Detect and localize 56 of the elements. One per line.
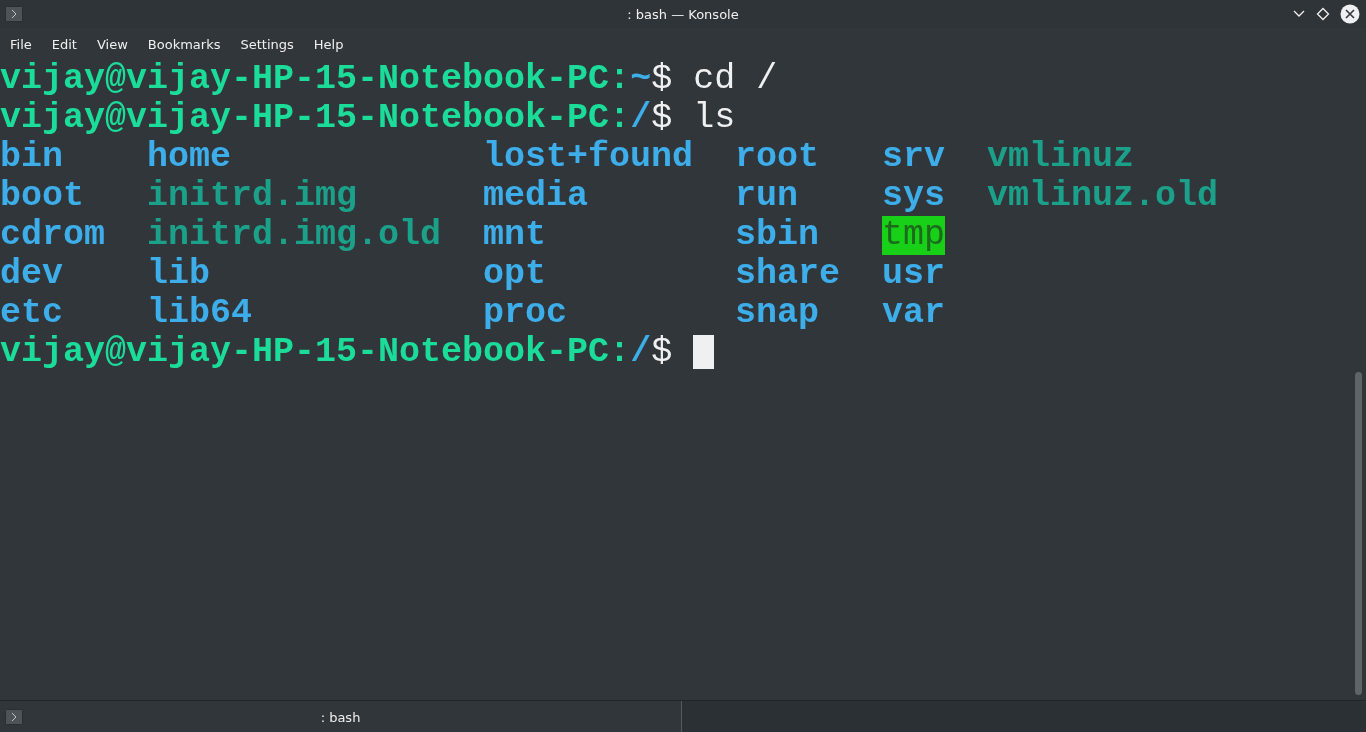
file-name: initrd.img.old bbox=[147, 216, 442, 255]
file-name: sbin bbox=[735, 216, 819, 255]
file-name: dev bbox=[0, 255, 63, 294]
menu-item[interactable]: View bbox=[90, 32, 134, 56]
file-name: mnt bbox=[483, 216, 546, 255]
prompt-user-host: vijay@vijay-HP-15-Notebook-PC bbox=[0, 60, 610, 99]
prompt-path: ~ bbox=[630, 60, 652, 99]
prompt-symbol: $ bbox=[651, 333, 673, 372]
file-name: vmlinuz.old bbox=[987, 177, 1219, 216]
prompt-separator: : bbox=[609, 333, 631, 372]
file-name: boot bbox=[0, 177, 84, 216]
file-name: root bbox=[735, 138, 819, 177]
terminal-tab[interactable]: : bash bbox=[0, 701, 682, 732]
prompt-symbol: $ bbox=[651, 99, 673, 138]
file-name: run bbox=[735, 177, 798, 216]
scrollbar-thumb[interactable] bbox=[1355, 372, 1362, 695]
file-name: initrd.img bbox=[147, 177, 358, 216]
prompt-path: / bbox=[630, 333, 652, 372]
text-cursor bbox=[693, 335, 715, 369]
prompt-separator: : bbox=[609, 99, 631, 138]
file-name: cdrom bbox=[0, 216, 106, 255]
close-icon[interactable] bbox=[1340, 4, 1360, 24]
file-name: srv bbox=[882, 138, 945, 177]
prompt-user-host: vijay@vijay-HP-15-Notebook-PC bbox=[0, 99, 610, 138]
terminal-icon bbox=[5, 6, 23, 22]
menu-item[interactable]: Edit bbox=[45, 32, 83, 56]
file-name: lib64 bbox=[147, 294, 253, 333]
prompt-separator: : bbox=[609, 60, 631, 99]
file-name: var bbox=[882, 294, 945, 333]
file-name: proc bbox=[483, 294, 567, 333]
maximize-icon[interactable] bbox=[1316, 7, 1330, 21]
file-name: share bbox=[735, 255, 841, 294]
file-name: etc bbox=[0, 294, 63, 333]
file-name: opt bbox=[483, 255, 546, 294]
file-name: lost+found bbox=[483, 138, 694, 177]
file-name: tmp bbox=[882, 216, 945, 255]
prompt-symbol: $ bbox=[651, 60, 673, 99]
menu-item[interactable]: File bbox=[4, 32, 38, 56]
minimize-icon[interactable] bbox=[1292, 9, 1306, 19]
terminal-icon bbox=[5, 709, 23, 725]
file-name: lib bbox=[147, 255, 210, 294]
command-text: ls bbox=[693, 99, 736, 138]
command-text: cd / bbox=[693, 60, 778, 99]
file-name: vmlinuz bbox=[987, 138, 1135, 177]
window-title: : bash — Konsole bbox=[627, 6, 739, 22]
file-name: bin bbox=[0, 138, 63, 177]
file-name: sys bbox=[882, 177, 945, 216]
file-name: media bbox=[483, 177, 589, 216]
file-name: home bbox=[147, 138, 231, 177]
prompt-path: / bbox=[630, 99, 652, 138]
menu-item[interactable]: Bookmarks bbox=[141, 32, 227, 56]
menu-item[interactable]: Help bbox=[307, 32, 350, 56]
menu-item[interactable]: Settings bbox=[234, 32, 300, 56]
file-name: snap bbox=[735, 294, 819, 333]
file-name: usr bbox=[882, 255, 945, 294]
prompt-user-host: vijay@vijay-HP-15-Notebook-PC bbox=[0, 333, 610, 372]
